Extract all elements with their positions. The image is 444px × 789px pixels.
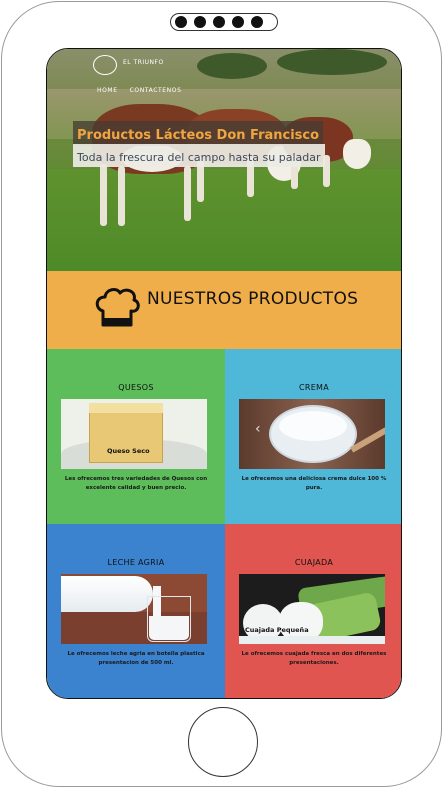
product-card-quesos[interactable]: QUESOS Queso Seco Les ofrecemos tres var…	[47, 349, 225, 524]
nav-item-contactenos[interactable]: CONTACTENOS	[130, 87, 182, 94]
home-button[interactable]	[188, 707, 258, 777]
section-title: NUESTROS PRODUCTOS	[147, 289, 359, 309]
hero-section: EL TRIUNFO HOME CONTACTENOS Productos Lá…	[47, 49, 401, 271]
hero-subtitle: Toda la frescura del campo hasta su pala…	[77, 151, 321, 164]
product-description: Le ofrecemos leche agria en botella plas…	[67, 651, 205, 666]
product-title: LECHE AGRIA	[107, 558, 165, 567]
chef-hat-icon	[95, 288, 140, 327]
nav-item-home[interactable]: HOME	[97, 87, 118, 94]
tree-line	[197, 53, 267, 79]
product-card-cuajada[interactable]: CUAJADA Cuajada Pequeña Le ofrecemos cua…	[225, 524, 401, 698]
hero-subtitle-box: Toda la frescura del campo hasta su pala…	[73, 144, 325, 167]
product-image-leche-agria[interactable]	[61, 574, 207, 644]
brand-name[interactable]: EL TRIUNFO	[123, 59, 164, 66]
top-nav: HOME CONTACTENOS	[97, 87, 181, 94]
brand-logo-icon[interactable]	[93, 55, 117, 75]
product-description: Les ofrecemos tres variedades de Quesos …	[64, 476, 208, 491]
product-description: Le ofrecemos cuajada fresca en dos difer…	[241, 651, 387, 666]
product-title: CREMA	[298, 383, 330, 392]
hero-title-box: Productos Lácteos Don Francisco	[73, 121, 324, 146]
hero-title: Productos Lácteos Don Francisco	[77, 128, 320, 143]
product-description: Le ofrecemos una deliciosa crema dulce 1…	[241, 476, 387, 491]
product-title: CUAJADA	[294, 558, 334, 567]
phone-frame: EL TRIUNFO HOME CONTACTENOS Productos Lá…	[1, 1, 442, 787]
product-image-quesos[interactable]: Queso Seco	[61, 399, 207, 469]
phone-screen: EL TRIUNFO HOME CONTACTENOS Productos Lá…	[46, 48, 402, 699]
chevron-left-icon[interactable]: ‹	[255, 421, 261, 437]
product-image-cuajada[interactable]: Cuajada Pequeña	[239, 574, 385, 644]
tree-line	[277, 49, 387, 75]
product-title: QUESOS	[118, 383, 154, 392]
product-image-label: Cuajada Pequeña	[245, 626, 309, 634]
product-image-crema[interactable]: ‹	[239, 399, 385, 469]
products-banner: NUESTROS PRODUCTOS	[47, 271, 401, 349]
product-card-crema[interactable]: CREMA ‹ Le ofrecemos una deliciosa crema…	[225, 349, 401, 524]
product-card-leche-agria[interactable]: LECHE AGRIA Le ofrecemos leche agria en …	[47, 524, 225, 698]
speaker-grille	[170, 13, 278, 31]
product-image-label: Queso Seco	[107, 447, 150, 455]
